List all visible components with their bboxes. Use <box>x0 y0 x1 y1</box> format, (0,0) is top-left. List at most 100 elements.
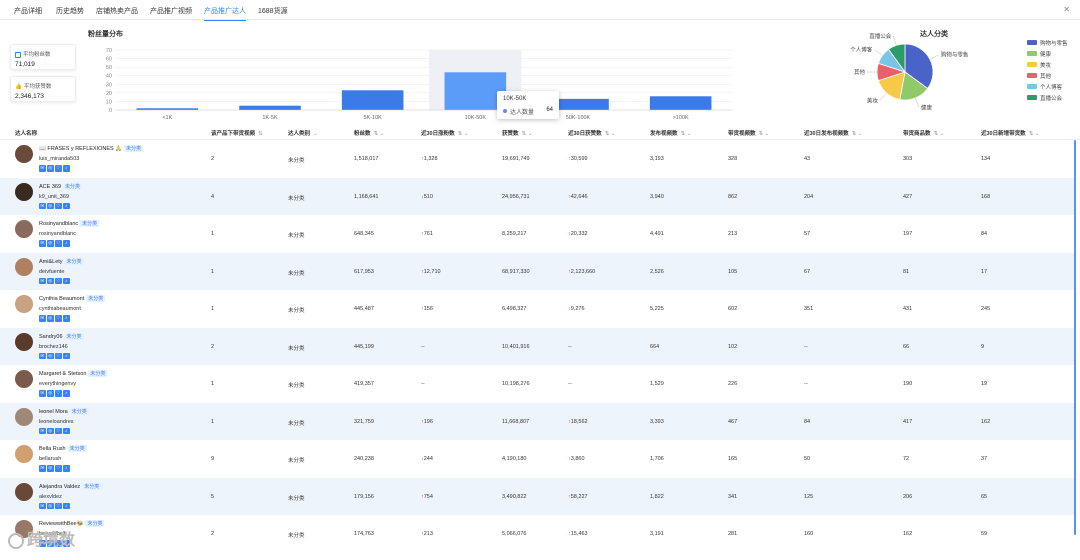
influencer-account[interactable]: cynthiabeaumont <box>39 306 81 312</box>
message-icon[interactable]: ✉ <box>39 427 46 434</box>
influencer-account[interactable]: k9_unit_369 <box>39 194 69 200</box>
influencer-name[interactable]: Cynthia Beaumont <box>39 296 84 302</box>
bar[interactable] <box>341 90 404 110</box>
influencer-name[interactable]: Alejandra Valdez <box>39 484 80 490</box>
shop-icon[interactable]: ♡ <box>55 465 62 472</box>
influencer-account[interactable]: deivfuente <box>39 269 64 275</box>
close-icon[interactable]: ✕ <box>1063 5 1070 14</box>
shop-icon[interactable]: ♡ <box>55 165 62 172</box>
influencer-name[interactable]: ACE 369 <box>39 184 61 190</box>
col-product-videos[interactable]: 该产品下带货视频 ⇅ <box>211 129 263 137</box>
influencer-name[interactable]: Bella Rush <box>39 446 66 452</box>
bar[interactable] <box>239 105 301 110</box>
col-likes[interactable]: 获赞数 ⇅ ⌄ <box>502 129 532 137</box>
shop-icon[interactable]: ♡ <box>55 427 62 434</box>
legend-swatch[interactable] <box>1027 40 1037 45</box>
legend-label[interactable]: 健康 <box>1040 50 1052 58</box>
legend-label[interactable]: 直播公会 <box>1040 94 1063 102</box>
chart-icon[interactable]: ◎ <box>47 315 54 322</box>
influencer-name[interactable]: Ami&Lety <box>39 259 63 265</box>
legend-swatch[interactable] <box>1027 84 1037 89</box>
tab-promo-influencers[interactable]: 产品推广达人 <box>204 6 246 21</box>
bar[interactable] <box>649 96 712 110</box>
col-likes30[interactable]: 近30日获赞数 ⇅ ⌄ <box>568 129 615 137</box>
tab-product-detail[interactable]: 产品详细 <box>14 6 42 16</box>
scrollbar[interactable] <box>1074 140 1076 535</box>
tab-history-trend[interactable]: 历史趋势 <box>56 6 84 16</box>
legend-swatch[interactable] <box>1027 62 1037 67</box>
influencer-name[interactable]: Margaret & Stetson <box>39 371 86 377</box>
legend-swatch[interactable] <box>1027 51 1037 56</box>
table-row[interactable]: 📖 FRASES y REFLEXIONES 🙏 未分类 luis_miranda5… <box>0 140 1074 178</box>
influencer-name[interactable]: 📖 FRASES y REFLEXIONES 🙏 <box>39 146 122 152</box>
influencer-account[interactable]: alexvldez <box>39 494 62 500</box>
table-row[interactable]: ReviewwithBee🐝 未分类 beeasifbeiji ✉ ◎ ♡ ♪ 2 未分类 174… <box>0 515 1074 553</box>
table-row[interactable]: ACE 369 未分类 k9_unit_369 ✉ ◎ ♡ ♪ 4 未分类 1,168,641 ↓5… <box>0 177 1074 215</box>
tiktok-icon[interactable]: ♪ <box>63 390 70 397</box>
message-icon[interactable]: ✉ <box>39 502 46 509</box>
col-fans[interactable]: 粉丝数 ⇅ ⌄ <box>354 129 384 137</box>
chart-icon[interactable]: ◎ <box>47 465 54 472</box>
message-icon[interactable]: ✉ <box>39 202 46 209</box>
message-icon[interactable]: ✉ <box>39 465 46 472</box>
chart-icon[interactable]: ◎ <box>47 390 54 397</box>
col-goods-videos[interactable]: 带货视频数 ⇅ ⌄ <box>728 129 769 137</box>
table-row[interactable]: Margaret & Stetson 未分类 everythingenvy ✉ ◎ ♡ ♪ 1… <box>0 365 1074 403</box>
chart-icon[interactable]: ◎ <box>47 165 54 172</box>
influencer-account[interactable]: everythingenvy <box>39 381 76 387</box>
shop-icon[interactable]: ♡ <box>55 390 62 397</box>
avatar[interactable] <box>15 295 33 313</box>
chart-icon[interactable]: ◎ <box>47 352 54 359</box>
avatar[interactable] <box>15 445 33 463</box>
shop-icon[interactable]: ♡ <box>55 277 62 284</box>
chart-icon[interactable]: ◎ <box>47 202 54 209</box>
influencer-name[interactable]: Rosinyandblanc <box>39 221 78 227</box>
chart-icon[interactable]: ◎ <box>47 277 54 284</box>
influencer-account[interactable]: leoneloandres <box>39 419 74 425</box>
chart-icon[interactable]: ◎ <box>47 502 54 509</box>
tiktok-icon[interactable]: ♪ <box>63 427 70 434</box>
message-icon[interactable]: ✉ <box>39 352 46 359</box>
shop-icon[interactable]: ♡ <box>55 202 62 209</box>
table-row[interactable]: Alejandra Valdez 未分类 alexvldez ✉ ◎ ♡ ♪ 5 未分类 179,… <box>0 477 1074 515</box>
message-icon[interactable]: ✉ <box>39 390 46 397</box>
shop-icon[interactable]: ♡ <box>55 315 62 322</box>
table-row[interactable]: Bella Rush 未分类 bellarush ✉ ◎ ♡ ♪ 9 未分类 240,238 ↓24… <box>0 440 1074 478</box>
table-row[interactable]: Sandry06 未分类 brochez146 ✉ ◎ ♡ ♪ 2 未分类 445,199 -- 10… <box>0 327 1074 365</box>
tiktok-icon[interactable]: ♪ <box>63 465 70 472</box>
tiktok-icon[interactable]: ♪ <box>63 202 70 209</box>
shop-icon[interactable]: ♡ <box>55 352 62 359</box>
col-name[interactable]: 达人名称 <box>15 129 37 137</box>
legend-label[interactable]: 其他 <box>1040 72 1052 80</box>
avatar[interactable] <box>15 482 33 501</box>
table-row[interactable]: leonel Mora 未分类 leoneloandres ✉ ◎ ♡ ♪ 1 未分类 321,7… <box>0 402 1074 440</box>
legend-label[interactable]: 美妆 <box>1040 61 1052 69</box>
influencer-name[interactable]: Sandry06 <box>39 334 63 340</box>
avatar[interactable] <box>15 370 33 388</box>
col-posts[interactable]: 发布视频数 ⇅ ⌄ <box>650 129 691 137</box>
message-icon[interactable]: ✉ <box>39 315 46 322</box>
avatar[interactable] <box>15 145 33 163</box>
tab-shop-hot-products[interactable]: 店铺热卖产品 <box>96 6 138 16</box>
avatar[interactable] <box>15 332 33 351</box>
avatar[interactable] <box>15 257 33 276</box>
avatar[interactable] <box>15 182 33 201</box>
col-goods30[interactable]: 近30日新增带货数 ⇅ ⌄ <box>981 129 1039 137</box>
tab-promo-videos[interactable]: 产品推广视频 <box>150 6 192 16</box>
table-row[interactable]: Ami&Lety 未分类 deivfuente ✉ ◎ ♡ ♪ 1 未分类 617,953 ↑12,… <box>0 252 1074 290</box>
influencer-account[interactable]: rosinyandblanc <box>39 231 76 237</box>
table-row[interactable]: Cynthia Beaumont 未分类 cynthiabeaumont ✉ ◎ ♡ ♪ 1 未… <box>0 290 1074 328</box>
message-icon[interactable]: ✉ <box>39 165 46 172</box>
tiktok-icon[interactable]: ♪ <box>63 315 70 322</box>
col-goods[interactable]: 带货商品数 ⇅ ⌄ <box>903 129 944 137</box>
influencer-name[interactable]: leonel Mora <box>39 409 68 415</box>
avatar[interactable] <box>15 220 33 238</box>
shop-icon[interactable]: ♡ <box>55 502 62 509</box>
tiktok-icon[interactable]: ♪ <box>63 277 70 284</box>
tiktok-icon[interactable]: ♪ <box>63 502 70 509</box>
chart-icon[interactable]: ◎ <box>47 427 54 434</box>
tab-1688-source[interactable]: 1688货源 <box>258 6 288 16</box>
influencer-account[interactable]: bellarush <box>39 456 61 462</box>
col-category[interactable]: 达人类别 ⌄ <box>288 129 318 137</box>
legend-swatch[interactable] <box>1027 73 1037 78</box>
